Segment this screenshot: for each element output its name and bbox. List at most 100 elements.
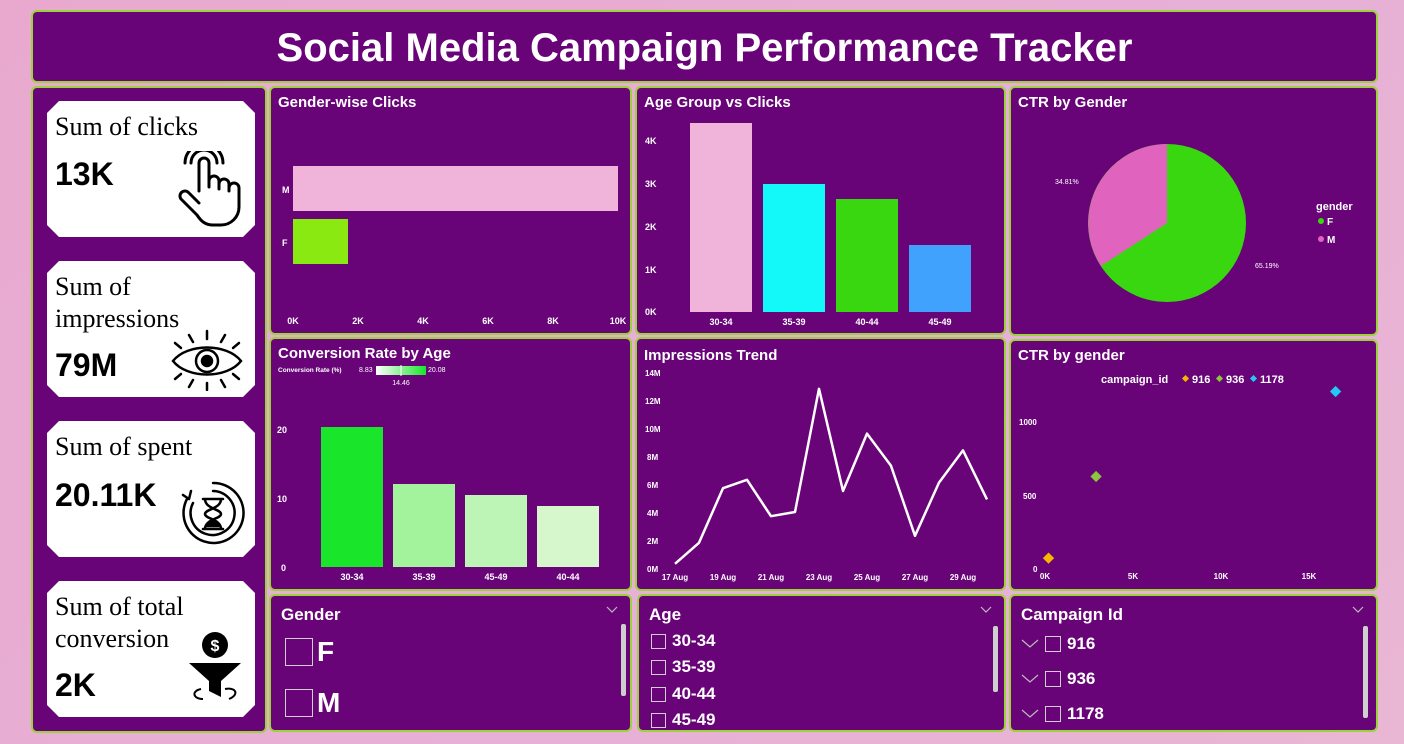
checkbox[interactable] [651,659,666,675]
x-tick: 17 Aug [662,573,688,582]
ctr-gender-pie-panel: CTR by Gender 34.81% 65.19% gender F M [1009,86,1378,336]
ctr-gender-pie-chart: 34.81% 65.19% gender F M [1055,144,1353,302]
bar-age-45-49[interactable] [465,495,527,567]
y-tick: 8M [647,453,658,462]
bar-female[interactable] [293,219,348,264]
slicer-option-f[interactable]: F [285,636,334,668]
checkbox[interactable] [285,638,313,666]
y-tick: 10 [277,494,287,504]
bar-age-30-34[interactable] [690,123,752,312]
y-tick: 6M [647,481,658,490]
legend-item-m[interactable]: M [1327,235,1335,246]
slicer-option-label: 40-44 [672,684,716,703]
legend-item-936[interactable]: 936 [1226,374,1244,386]
slicer-option-label: 936 [1067,669,1096,688]
y-tick: 20 [277,425,287,435]
legend-swatch-f [1318,218,1324,224]
kpi-column: Sum of clicks 13K Sum of impressions 79M [31,86,267,733]
chevron-down-icon[interactable] [980,606,992,614]
eye-icon [167,329,247,391]
x-tick: 4K [417,316,429,326]
legend-min: 8.83 [359,367,373,374]
checkbox[interactable] [1045,636,1061,652]
ctr-scatter-chart: campaign_id 916 936 1178 1000 500 0 0K 5… [1019,374,1342,581]
legend-swatch-1178 [1249,374,1258,383]
x-tick: 40-44 [855,317,878,327]
checkbox[interactable] [1045,671,1061,687]
x-tick: 25 Aug [854,573,880,582]
slicer-option-916[interactable]: 916 [1021,634,1095,654]
bar-age-35-39[interactable] [763,184,825,312]
x-tick: 0K [1040,572,1050,581]
kpi-card-impressions: Sum of impressions 79M [47,261,255,397]
legend-swatch-936 [1215,374,1224,383]
age-clicks-chart: 4K 3K 2K 1K 0K 30-34 35-39 40-44 45-49 [645,123,971,327]
expand-chevron-icon[interactable] [1021,674,1039,684]
x-tick: 35-39 [412,572,435,582]
legend-title: campaign_id [1101,374,1168,386]
x-tick: 30-34 [709,317,732,327]
bar-age-40-44[interactable] [537,506,599,567]
checkbox[interactable] [651,686,666,702]
bar-male[interactable] [293,166,618,211]
checkbox[interactable] [285,689,313,717]
bar-age-30-34[interactable] [321,427,383,567]
x-tick: 6K [482,316,494,326]
x-tick: 21 Aug [758,573,784,582]
title-bar: Social Media Campaign Performance Tracke… [31,10,1378,83]
slicer-title: Gender [281,605,341,624]
scatter-points [1042,385,1342,564]
y-tick: 1000 [1019,418,1037,427]
slicer-option-label: 916 [1067,634,1096,653]
slicer-option-label: 45-49 [672,710,716,729]
kpi-value: 13K [55,156,114,192]
x-tick: 27 Aug [902,573,928,582]
gender-slicer: Gender F M [269,594,632,732]
legend-label: Conversion Rate (%) [278,367,342,374]
slicer-option-m[interactable]: M [285,687,340,719]
slicer-option-label: 30-34 [672,631,716,650]
legend-item-1178[interactable]: 1178 [1260,374,1284,386]
x-tick: 45-49 [484,572,507,582]
legend-item-916[interactable]: 916 [1192,374,1210,386]
x-tick: 30-34 [340,572,363,582]
chevron-down-icon[interactable] [606,606,618,614]
slicer-option-label: F [317,636,335,667]
checkbox[interactable] [1045,706,1061,722]
bar-age-35-39[interactable] [393,484,455,567]
legend-swatch-916 [1181,374,1190,383]
slicer-option-label: 1178 [1067,704,1104,723]
x-tick: 19 Aug [710,573,736,582]
kpi-label: Sum of impressions [55,272,180,333]
scrollbar[interactable] [993,626,998,692]
impressions-line[interactable] [674,387,989,565]
checkbox[interactable] [651,633,666,649]
y-tick: 4M [647,509,658,518]
scatter-point-936[interactable] [1090,470,1102,483]
scatter-point-1178[interactable] [1329,385,1342,398]
chevron-down-icon[interactable] [1352,606,1364,614]
slicer-option-936[interactable]: 936 [1021,669,1095,689]
expand-chevron-icon[interactable] [1021,709,1039,719]
slicer-option-35-39[interactable]: 35-39 [651,657,715,677]
x-tick: 15K [1302,572,1317,581]
conversion-age-panel: Conversion Rate by Age Conversion Rate (… [269,337,632,591]
y-tick: 0M [647,565,658,574]
kpi-value: 20.11K [55,477,157,513]
scrollbar[interactable] [621,624,626,696]
scatter-point-916[interactable] [1042,552,1055,564]
slicer-option-1178[interactable]: 1178 [1021,704,1104,724]
slicer-title: Campaign Id [1021,605,1124,624]
checkbox[interactable] [651,712,666,728]
bar-age-40-44[interactable] [836,199,898,312]
scrollbar[interactable] [1363,626,1368,718]
x-tick: 10K [1214,572,1229,581]
slicer-option-30-34[interactable]: 30-34 [651,631,715,651]
legend-item-f[interactable]: F [1327,217,1333,228]
expand-chevron-icon[interactable] [1021,639,1039,649]
kpi-card-total-conversion: Sum of total conversion 2K $ [47,581,255,717]
slicer-option-45-49[interactable]: 45-49 [651,710,715,730]
slicer-option-40-44[interactable]: 40-44 [651,684,715,704]
bar-age-45-49[interactable] [909,245,971,312]
x-tick: 35-39 [782,317,805,327]
